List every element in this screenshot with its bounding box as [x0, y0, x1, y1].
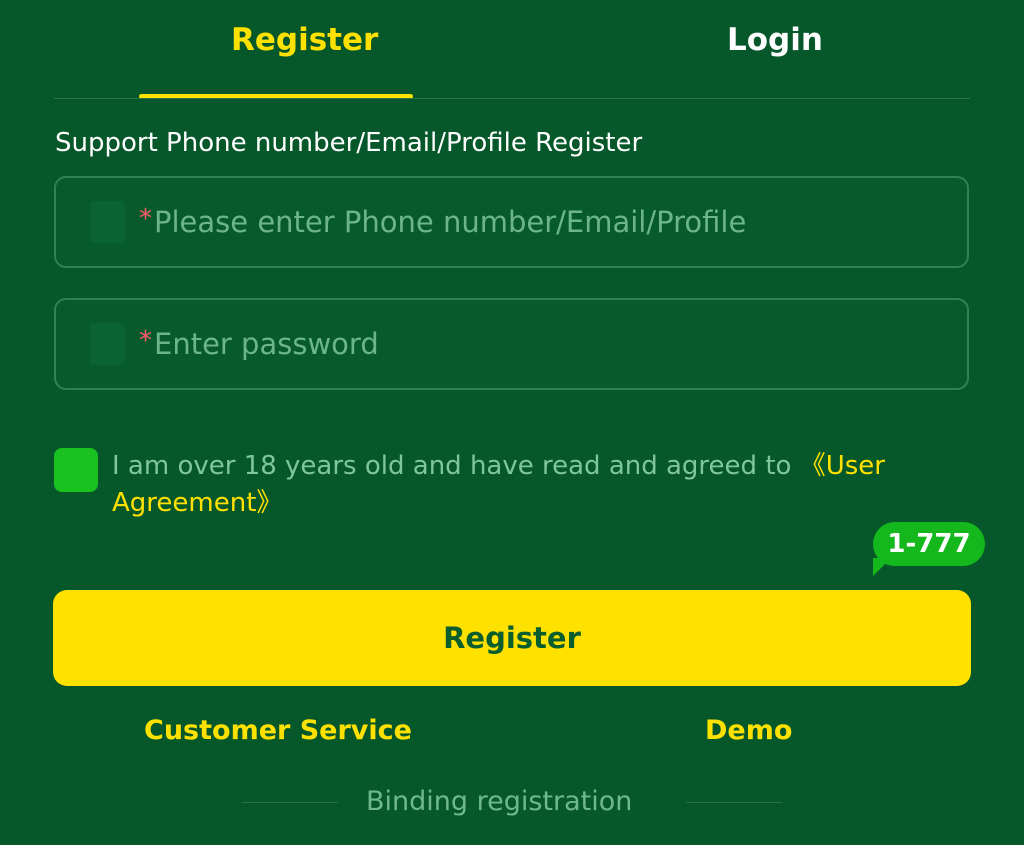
auth-tabs: Register Login — [54, 0, 970, 100]
required-mark: * — [139, 204, 152, 234]
binding-registration-row: Binding registration — [242, 786, 782, 820]
customer-service-link[interactable]: Customer Service — [144, 715, 412, 746]
tab-register[interactable]: Register — [231, 22, 378, 58]
binding-registration-link[interactable]: Binding registration — [366, 786, 632, 817]
account-field[interactable]: * — [54, 176, 969, 268]
account-input[interactable] — [152, 205, 934, 239]
lock-icon — [90, 323, 125, 365]
divider-line-left — [242, 802, 338, 803]
demo-link[interactable]: Demo — [705, 715, 792, 746]
agreement-text: I am over 18 years old and have read and… — [112, 448, 972, 522]
tab-login[interactable]: Login — [727, 22, 823, 58]
tabs-divider — [54, 98, 970, 99]
agreement-statement: I am over 18 years old and have read and… — [112, 451, 800, 481]
password-field[interactable]: * — [54, 298, 969, 390]
agreement-checkbox[interactable] — [54, 448, 98, 492]
register-button[interactable]: Register — [53, 590, 971, 686]
promo-badge-tail — [873, 558, 891, 576]
form-subtitle: Support Phone number/Email/Profile Regis… — [55, 128, 643, 158]
user-icon — [90, 201, 125, 243]
password-input[interactable] — [152, 327, 934, 361]
required-mark: * — [139, 326, 152, 356]
divider-line-right — [686, 802, 782, 803]
